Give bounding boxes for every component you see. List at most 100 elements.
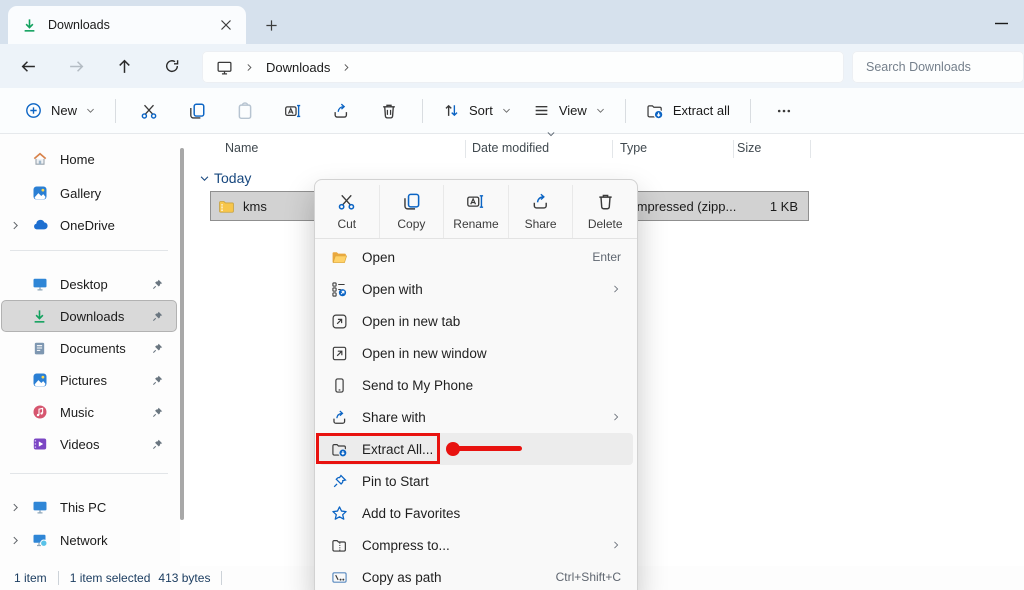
sidebar-item-label: Desktop xyxy=(60,277,108,292)
group-label: Today xyxy=(214,170,251,186)
sidebar-item-documents[interactable]: Documents xyxy=(2,333,176,363)
menu-item-add-to-favorites[interactable]: Add to Favorites xyxy=(319,497,633,529)
menu-item-label: Add to Favorites xyxy=(362,506,621,521)
toolbar-divider xyxy=(625,99,626,123)
menu-item-pin-to-start[interactable]: Pin to Start xyxy=(319,465,633,497)
search-input[interactable] xyxy=(852,51,1024,83)
up-button[interactable] xyxy=(106,49,142,83)
column-header-date-modified[interactable]: Date modified xyxy=(472,141,549,155)
open-folder-icon xyxy=(331,249,348,266)
sidebar-item-downloads[interactable]: Downloads xyxy=(2,301,176,331)
menu-item-copy-as-path[interactable]: Copy as path Ctrl+Shift+C xyxy=(319,561,633,590)
breadcrumb-location[interactable]: Downloads xyxy=(266,60,330,75)
pictures-icon xyxy=(32,372,48,388)
new-tab-button[interactable] xyxy=(258,12,284,38)
sidebar-item-music[interactable]: Music xyxy=(2,397,176,427)
column-divider[interactable] xyxy=(612,140,613,158)
copy-menu-button[interactable]: Copy xyxy=(379,185,444,238)
extract-all-button[interactable]: Extract all xyxy=(635,94,741,128)
view-button-label: View xyxy=(559,103,587,118)
close-tab-icon[interactable] xyxy=(214,13,238,37)
pin-to-start-icon xyxy=(331,473,348,490)
menu-item-compress-to[interactable]: Compress to... xyxy=(319,529,633,561)
menu-item-open-with[interactable]: Open with xyxy=(319,273,633,305)
sidebar-item-label: This PC xyxy=(60,500,106,515)
sidebar-item-home[interactable]: Home xyxy=(2,144,176,174)
tab-downloads[interactable]: Downloads xyxy=(8,6,246,44)
share-button[interactable] xyxy=(319,94,363,128)
search-box xyxy=(852,51,1024,83)
chevron-down-icon xyxy=(199,173,210,184)
this-pc-icon xyxy=(216,59,233,76)
address-bar[interactable]: Downloads xyxy=(202,51,844,83)
sort-button[interactable]: Sort xyxy=(432,94,522,128)
delete-icon xyxy=(596,192,615,211)
column-headers: Name Date modified Type Size xyxy=(186,136,1024,162)
chevron-right-icon[interactable] xyxy=(10,502,22,513)
downloads-icon xyxy=(32,309,48,324)
pin-icon xyxy=(151,374,164,387)
column-header-name[interactable]: Name xyxy=(225,141,258,155)
sidebar-item-label: Documents xyxy=(60,341,126,356)
view-button[interactable]: View xyxy=(522,94,616,128)
rename-button[interactable] xyxy=(271,94,315,128)
menu-item-label: Open xyxy=(362,250,578,265)
zipped-folder-icon xyxy=(218,198,235,215)
new-button[interactable]: New xyxy=(14,94,106,128)
group-header-today[interactable]: Today xyxy=(199,168,251,188)
menu-item-open[interactable]: Open Enter xyxy=(319,241,633,273)
chevron-right-icon[interactable] xyxy=(342,63,351,72)
column-divider[interactable] xyxy=(465,140,466,158)
sidebar-item-videos[interactable]: Videos xyxy=(2,429,176,459)
status-divider xyxy=(221,571,222,585)
sidebar-scrollbar[interactable] xyxy=(180,148,184,520)
chevron-right-icon[interactable] xyxy=(10,535,22,546)
home-icon xyxy=(32,151,48,167)
paste-button xyxy=(223,94,267,128)
delete-button[interactable] xyxy=(367,94,411,128)
open-in-new-window-icon xyxy=(331,345,348,362)
sidebar-item-onedrive[interactable]: OneDrive xyxy=(2,210,176,240)
cut-menu-button[interactable]: Cut xyxy=(315,185,379,238)
forward-button xyxy=(58,49,94,83)
column-header-size[interactable]: Size xyxy=(737,141,761,155)
annotation-pointer-line xyxy=(453,446,522,451)
sidebar-item-pictures[interactable]: Pictures xyxy=(2,365,176,395)
sidebar-divider xyxy=(10,473,168,474)
music-icon xyxy=(32,404,48,420)
sidebar-item-desktop[interactable]: Desktop xyxy=(2,269,176,299)
sidebar-item-this-pc[interactable]: This PC xyxy=(2,492,176,522)
selection-count: 1 item selected xyxy=(70,571,151,585)
column-divider[interactable] xyxy=(733,140,734,158)
item-count: 1 item xyxy=(14,571,47,585)
share-menu-button[interactable]: Share xyxy=(508,185,573,238)
menu-item-open-in-new-window[interactable]: Open in new window xyxy=(319,337,633,369)
chevron-right-icon[interactable] xyxy=(10,220,22,231)
navigation-pane: Home Gallery OneDrive Desktop xyxy=(0,134,180,566)
annotation-highlight-box xyxy=(316,433,440,464)
menu-item-share-with[interactable]: Share with xyxy=(319,401,633,433)
copy-button[interactable] xyxy=(175,94,219,128)
sort-descending-icon xyxy=(546,129,556,139)
file-size: 1 KB xyxy=(770,199,798,214)
delete-menu-button[interactable]: Delete xyxy=(572,185,637,238)
submenu-chevron-icon xyxy=(611,540,621,550)
menu-item-open-in-new-tab[interactable]: Open in new tab xyxy=(319,305,633,337)
column-divider[interactable] xyxy=(810,140,811,158)
minimize-button[interactable] xyxy=(984,10,1018,36)
menu-item-label: Pin to Start xyxy=(362,474,621,489)
refresh-button[interactable] xyxy=(154,49,190,83)
cut-button[interactable] xyxy=(127,94,171,128)
see-more-button[interactable] xyxy=(762,94,806,128)
this-pc-icon xyxy=(32,499,48,515)
sidebar-item-gallery[interactable]: Gallery xyxy=(2,178,176,208)
sidebar-item-label: Videos xyxy=(60,437,100,452)
chevron-right-icon[interactable] xyxy=(245,63,254,72)
back-button[interactable] xyxy=(10,49,46,83)
rename-menu-button[interactable]: Rename xyxy=(443,185,508,238)
copy-as-path-icon xyxy=(331,569,348,586)
column-header-type[interactable]: Type xyxy=(620,141,647,155)
menu-items: Open Enter Open with Open in new tab xyxy=(315,239,637,590)
sidebar-item-network[interactable]: Network xyxy=(2,525,176,555)
menu-item-send-to-my-phone[interactable]: Send to My Phone xyxy=(319,369,633,401)
